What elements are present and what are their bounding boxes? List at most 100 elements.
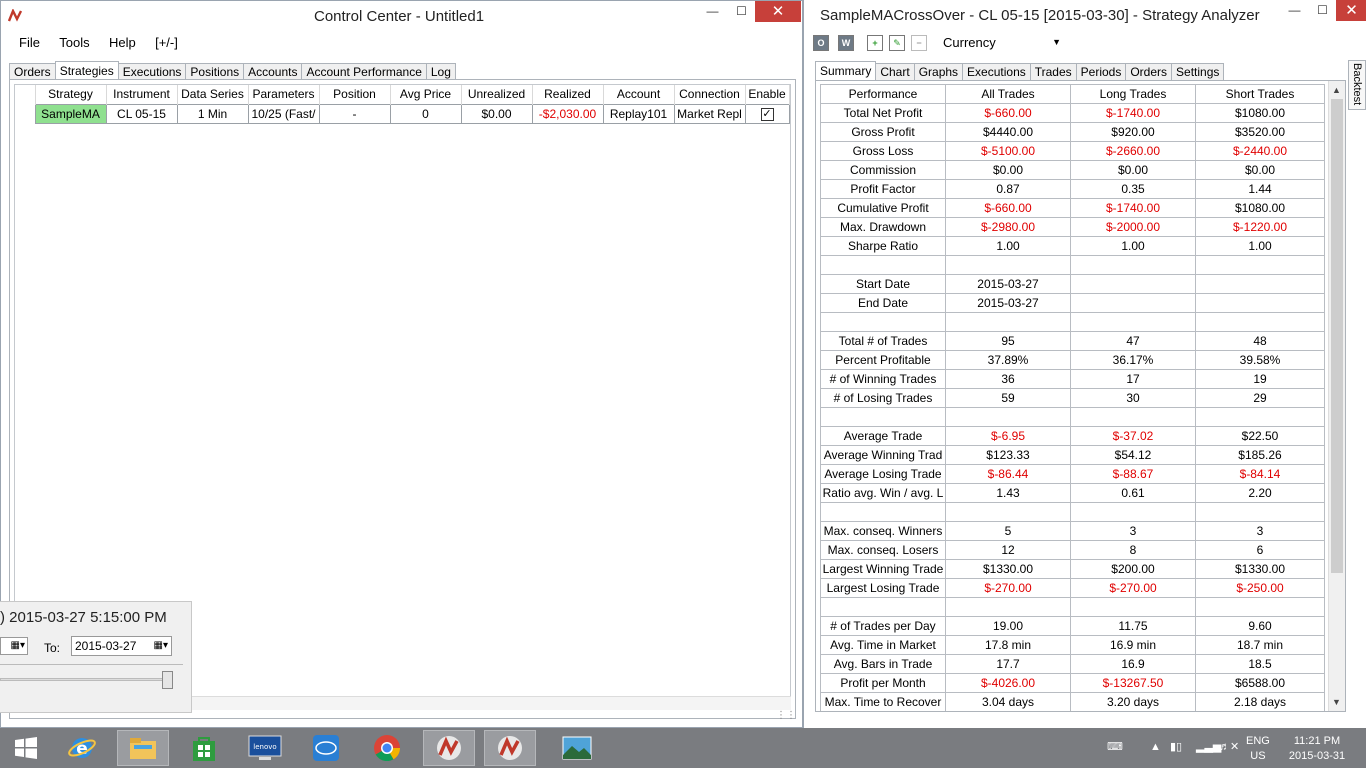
cell-realized[interactable]: -$2,030.00 (531, 103, 604, 124)
cell-metric-label[interactable]: Max. Drawdown (820, 217, 946, 237)
row-selector[interactable] (15, 104, 35, 123)
cell-long-trades[interactable]: 17 (1070, 369, 1196, 389)
cell-all-trades[interactable]: $-2980.00 (945, 217, 1071, 237)
cell-metric-label[interactable]: Start Date (820, 274, 946, 294)
cell-long-trades[interactable]: 0.61 (1070, 483, 1196, 503)
table-row[interactable]: Profit Factor 0.87 0.35 1.44 (820, 179, 1325, 199)
cell-all-trades[interactable]: 2015-03-27 (945, 293, 1071, 313)
menu-help[interactable]: Help (109, 35, 136, 50)
ninjatrader-icon[interactable] (423, 730, 475, 766)
cell-metric-label[interactable]: # of Losing Trades (820, 388, 946, 408)
cell-long-trades[interactable]: $920.00 (1070, 122, 1196, 142)
cell-unrealized[interactable]: $0.00 (460, 103, 533, 124)
cell-long-trades[interactable]: 11.75 (1070, 616, 1196, 636)
table-row[interactable] (820, 407, 1325, 427)
cell-all-trades[interactable]: $1330.00 (945, 559, 1071, 579)
keyboard-icon[interactable]: ⌨ (1107, 740, 1123, 768)
column-header-performance[interactable]: Performance (820, 84, 946, 104)
cell-long-trades[interactable]: 8 (1070, 540, 1196, 560)
cell-metric-label[interactable]: Average Trade (820, 426, 946, 446)
table-row[interactable]: Start Date 2015-03-27 (820, 274, 1325, 294)
cell-short-trades[interactable]: $-2440.00 (1195, 141, 1325, 161)
ninjatrader-analyzer-icon[interactable] (484, 730, 536, 766)
cell-long-trades[interactable]: $200.00 (1070, 559, 1196, 579)
cell-all-trades[interactable]: 17.8 min (945, 635, 1071, 655)
playback-slider-thumb[interactable] (162, 671, 173, 689)
table-row[interactable]: Max. Drawdown $-2980.00 $-2000.00 $-1220.00 (820, 217, 1325, 237)
cell-metric-label[interactable]: Percent Profitable (820, 350, 946, 370)
tab-settings[interactable]: Settings (1171, 63, 1225, 81)
cell-long-trades[interactable]: $-270.00 (1070, 578, 1196, 598)
cell-metric-label[interactable] (820, 502, 946, 522)
cell-short-trades[interactable] (1195, 274, 1325, 294)
cell-all-trades[interactable]: 12 (945, 540, 1071, 560)
resize-grip-icon[interactable]: ⋮⋮ (776, 710, 796, 721)
calendar-dropdown-icon[interactable]: ▦▾ (154, 637, 168, 655)
column-header-all-trades[interactable]: All Trades (945, 84, 1071, 104)
cell-long-trades[interactable]: $-1740.00 (1070, 103, 1196, 123)
cell-short-trades[interactable]: 18.5 (1195, 654, 1325, 674)
cell-all-trades[interactable]: 95 (945, 331, 1071, 351)
cell-all-trades[interactable]: $0.00 (945, 160, 1071, 180)
cell-all-trades[interactable]: $-86.44 (945, 464, 1071, 484)
table-row[interactable]: Largest Losing Trade $-270.00 $-270.00 $-25… (820, 578, 1325, 598)
cell-long-trades[interactable]: $-88.67 (1070, 464, 1196, 484)
cell-short-trades[interactable]: $1080.00 (1195, 103, 1325, 123)
table-row[interactable]: Avg. Time in Market 17.8 min 16.9 min 18.7 … (820, 635, 1325, 655)
table-row[interactable]: Max. conseq. Winners 5 3 3 (820, 521, 1325, 541)
cell-avg-price[interactable]: 0 (389, 103, 462, 124)
cell-short-trades[interactable]: $1330.00 (1195, 559, 1325, 579)
table-row[interactable]: Total # of Trades 95 47 48 (820, 331, 1325, 351)
cell-metric-label[interactable]: Sharpe Ratio (820, 236, 946, 256)
tab-trades[interactable]: Trades (1029, 63, 1077, 81)
cell-metric-label[interactable]: Average Losing Trade (820, 464, 946, 484)
clock[interactable]: 11:21 PM 2015-03-31 (1286, 734, 1348, 768)
cell-metric-label[interactable]: Max. Time to Recover (820, 692, 946, 711)
cell-short-trades[interactable]: 19 (1195, 369, 1325, 389)
table-row[interactable]: Percent Profitable 37.89% 36.17% 39.58% (820, 350, 1325, 370)
column-header-short-trades[interactable]: Short Trades (1195, 84, 1325, 104)
cell-all-trades[interactable]: 19.00 (945, 616, 1071, 636)
cell-long-trades[interactable] (1070, 407, 1196, 427)
table-row[interactable]: End Date 2015-03-27 (820, 293, 1325, 313)
cell-short-trades[interactable]: 18.7 min (1195, 635, 1325, 655)
cell-metric-label[interactable]: Largest Losing Trade (820, 578, 946, 598)
start-icon[interactable] (0, 730, 52, 766)
cell-metric-label[interactable] (820, 312, 946, 332)
table-row[interactable]: SampleMA CL 05-15 1 Min 10/25 (Fast/ - 0… (15, 103, 790, 124)
table-row[interactable]: Max. conseq. Losers 12 8 6 (820, 540, 1325, 560)
cell-short-trades[interactable]: 29 (1195, 388, 1325, 408)
cell-all-trades[interactable] (945, 407, 1071, 427)
cell-all-trades[interactable]: $-270.00 (945, 578, 1071, 598)
cell-long-trades[interactable]: 47 (1070, 331, 1196, 351)
table-row[interactable] (820, 255, 1325, 275)
scroll-up-icon[interactable]: ▲ (1332, 85, 1341, 95)
column-header-parameters[interactable]: Parameters (248, 85, 320, 104)
cell-all-trades[interactable]: 1.00 (945, 236, 1071, 256)
cell-short-trades[interactable]: 39.58% (1195, 350, 1325, 370)
cell-metric-label[interactable]: Average Winning Trad (820, 445, 946, 465)
cell-short-trades[interactable]: 48 (1195, 331, 1325, 351)
backtest-side-tab[interactable]: Backtest (1348, 60, 1366, 110)
vertical-scrollbar[interactable]: ▲ ▼ (1328, 81, 1345, 711)
tab-summary[interactable]: Summary (815, 61, 877, 82)
cell-metric-label[interactable]: Max. conseq. Losers (820, 540, 946, 560)
minimize-button[interactable]: — (698, 1, 727, 22)
cell-parameters[interactable]: 10/25 (Fast/ (247, 103, 320, 124)
table-row[interactable]: # of Trades per Day 19.00 11.75 9.60 (820, 616, 1325, 636)
internet-explorer-icon[interactable]: e (56, 730, 108, 766)
tab-executions[interactable]: Executions (962, 63, 1031, 81)
analyzer-close-button[interactable]: ✕ (1336, 0, 1366, 21)
cell-short-trades[interactable] (1195, 293, 1325, 313)
cell-metric-label[interactable] (820, 407, 946, 427)
cell-short-trades[interactable]: $6588.00 (1195, 673, 1325, 693)
cell-metric-label[interactable]: Commission (820, 160, 946, 180)
cell-all-trades[interactable]: $-660.00 (945, 103, 1071, 123)
table-row[interactable]: # of Winning Trades 36 17 19 (820, 369, 1325, 389)
cell-metric-label[interactable]: Gross Profit (820, 122, 946, 142)
cell-short-trades[interactable]: 2.20 (1195, 483, 1325, 503)
cell-metric-label[interactable]: Cumulative Profit (820, 198, 946, 218)
cell-metric-label[interactable]: Largest Winning Trade (820, 559, 946, 579)
cell-short-trades[interactable] (1195, 312, 1325, 332)
cell-all-trades[interactable]: 1.43 (945, 483, 1071, 503)
